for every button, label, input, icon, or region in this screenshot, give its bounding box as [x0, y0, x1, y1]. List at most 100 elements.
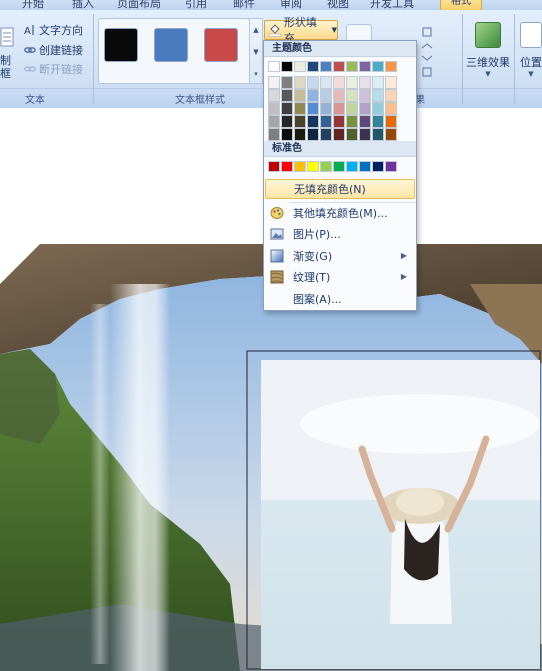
shape-fill-menu[interactable]: 主题颜色 标准色 无填充颜色(N) 其他填充颜色(M)... 图片(P)... … [263, 40, 417, 311]
color-swatch[interactable] [346, 76, 358, 89]
color-swatch[interactable] [385, 128, 397, 141]
color-swatch[interactable] [333, 128, 345, 141]
color-swatch[interactable] [281, 102, 293, 115]
standard-color-swatch[interactable] [372, 161, 384, 172]
color-swatch[interactable] [307, 128, 319, 141]
color-swatch[interactable] [320, 89, 332, 102]
color-swatch[interactable] [333, 61, 345, 72]
color-swatch[interactable] [372, 128, 384, 141]
color-swatch[interactable] [385, 76, 397, 89]
color-swatch[interactable] [294, 128, 306, 141]
color-swatch[interactable] [346, 115, 358, 128]
gallery-scrollbar[interactable]: ▲ ▼ ▾ [249, 18, 263, 84]
tab-format[interactable]: 格式 [440, 0, 482, 10]
color-swatch[interactable] [346, 61, 358, 72]
color-swatch[interactable] [268, 102, 280, 115]
standard-color-swatch[interactable] [281, 161, 293, 172]
color-swatch[interactable] [385, 89, 397, 102]
color-swatch[interactable] [307, 115, 319, 128]
color-swatch[interactable] [385, 61, 397, 72]
color-swatch[interactable] [359, 76, 371, 89]
color-swatch[interactable] [294, 115, 306, 128]
color-swatch[interactable] [320, 76, 332, 89]
standard-color-swatch[interactable] [333, 161, 345, 172]
color-swatch[interactable] [268, 115, 280, 128]
color-swatch[interactable] [333, 89, 345, 102]
color-swatch[interactable] [320, 115, 332, 128]
color-swatch[interactable] [333, 76, 345, 89]
standard-color-swatch[interactable] [320, 161, 332, 172]
standard-color-swatch[interactable] [307, 161, 319, 172]
menu-item-picture[interactable]: 图片(P)... [265, 224, 415, 244]
color-swatch[interactable] [359, 102, 371, 115]
gallery-up-icon[interactable]: ▲ [250, 19, 262, 41]
shape-fill-button[interactable]: 形状填充 ▼ [264, 16, 338, 45]
color-swatch[interactable] [268, 89, 280, 102]
color-swatch[interactable] [333, 115, 345, 128]
color-swatch[interactable] [359, 115, 371, 128]
standard-color-swatch[interactable] [385, 161, 397, 172]
color-swatch[interactable] [359, 61, 371, 72]
color-swatch[interactable] [294, 76, 306, 89]
menu-item-more-colors[interactable]: 其他填充颜色(M)... [265, 203, 415, 223]
gallery-down-icon[interactable]: ▼ [250, 41, 262, 63]
tab-review[interactable]: 审阅 [280, 0, 302, 10]
tab-insert[interactable]: 插入 [72, 0, 94, 10]
color-swatch[interactable] [333, 102, 345, 115]
break-link-button[interactable]: 断开链接 [24, 61, 83, 77]
3d-effects-button[interactable]: 三维效果 ▼ [463, 18, 513, 86]
textbox-style-black[interactable] [104, 28, 138, 62]
color-swatch[interactable] [385, 115, 397, 128]
color-swatch[interactable] [320, 102, 332, 115]
menu-item-gradient[interactable]: 渐变(G) ▶ [265, 246, 415, 266]
color-swatch[interactable] [359, 128, 371, 141]
color-swatch[interactable] [372, 76, 384, 89]
tab-home[interactable]: 开始 [22, 0, 44, 10]
position-button[interactable]: 位置 ▼ [516, 18, 542, 86]
color-swatch[interactable] [359, 89, 371, 102]
color-swatch[interactable] [294, 89, 306, 102]
color-swatch[interactable] [372, 89, 384, 102]
color-swatch[interactable] [372, 102, 384, 115]
color-swatch[interactable] [320, 128, 332, 141]
color-swatch[interactable] [281, 89, 293, 102]
color-swatch[interactable] [372, 61, 384, 72]
color-swatch[interactable] [281, 128, 293, 141]
color-swatch[interactable] [307, 76, 319, 89]
color-swatch[interactable] [281, 76, 293, 89]
color-swatch[interactable] [268, 61, 280, 72]
color-swatch[interactable] [307, 102, 319, 115]
color-swatch[interactable] [307, 61, 319, 72]
color-swatch[interactable] [294, 102, 306, 115]
text-direction-button[interactable]: A 文字方向 [24, 22, 83, 38]
standard-color-swatch[interactable] [294, 161, 306, 172]
menu-item-pattern[interactable]: 图案(A)... [265, 289, 415, 309]
menu-item-texture[interactable]: 纹理(T) ▶ [265, 267, 415, 287]
textbox-style-red[interactable] [204, 28, 238, 62]
color-swatch[interactable] [372, 115, 384, 128]
color-swatch[interactable] [346, 128, 358, 141]
tab-page-layout[interactable]: 页面布局 [117, 0, 161, 10]
standard-color-swatch[interactable] [268, 161, 280, 172]
color-swatch[interactable] [281, 115, 293, 128]
tab-view[interactable]: 视图 [327, 0, 349, 10]
standard-color-swatch[interactable] [346, 161, 358, 172]
tab-developer[interactable]: 开发工具 [370, 0, 414, 10]
color-swatch[interactable] [307, 89, 319, 102]
draw-textbox-button[interactable]: 制框 [0, 54, 16, 80]
color-swatch[interactable] [294, 61, 306, 72]
gallery-more-icon[interactable]: ▾ [250, 63, 262, 85]
color-swatch[interactable] [268, 76, 280, 89]
tab-references[interactable]: 引用 [185, 0, 207, 10]
color-swatch[interactable] [385, 102, 397, 115]
nudge-shadow-icon[interactable] [420, 26, 436, 78]
standard-color-swatch[interactable] [359, 161, 371, 172]
color-swatch[interactable] [320, 61, 332, 72]
color-swatch[interactable] [346, 102, 358, 115]
textbox-style-blue[interactable] [154, 28, 188, 62]
menu-item-no-fill[interactable]: 无填充颜色(N) [265, 179, 415, 199]
tab-mailings[interactable]: 邮件 [233, 0, 255, 10]
create-link-button[interactable]: 创建链接 [24, 42, 83, 58]
draw-textbox-icon[interactable] [0, 24, 16, 52]
color-swatch[interactable] [268, 128, 280, 141]
